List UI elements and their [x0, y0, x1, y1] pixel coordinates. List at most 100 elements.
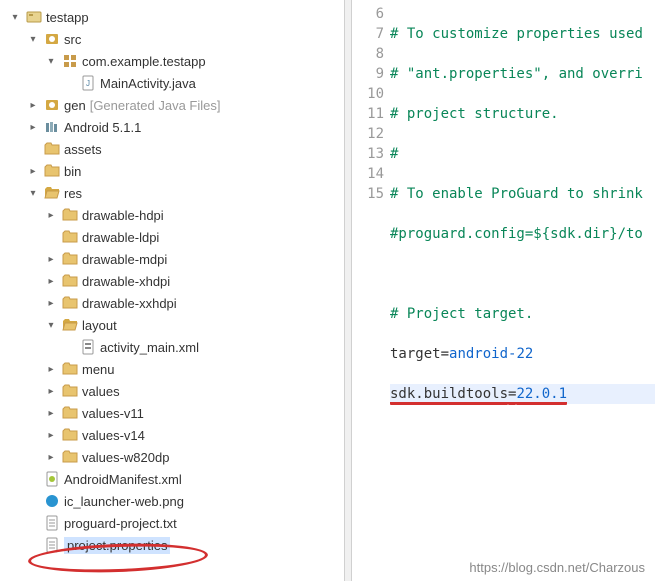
code-line[interactable] [390, 264, 655, 284]
code-line[interactable]: # To enable ProGuard to shrink [390, 184, 655, 204]
line-number: 9 [352, 64, 384, 84]
chevron-down-icon[interactable]: ▾ [26, 186, 40, 200]
toggle-spacer [26, 494, 40, 508]
folder-icon [62, 251, 78, 267]
chevron-right-icon[interactable]: ▸ [44, 296, 58, 310]
tree-node-drawable-hdpi[interactable]: ▸ drawable-hdpi [0, 204, 344, 226]
annotated-key: sdk.buildtools [390, 386, 508, 405]
chevron-down-icon[interactable]: ▾ [44, 318, 58, 332]
tree-node-ic-launcher[interactable]: ic_launcher-web.png [0, 490, 344, 512]
tree-node-assets[interactable]: assets [0, 138, 344, 160]
tree-node-package[interactable]: ▾ com.example.testapp [0, 50, 344, 72]
toggle-spacer [26, 538, 40, 552]
manifest-file-icon [44, 471, 60, 487]
tree-node-gen[interactable]: ▸ gen [Generated Java Files] [0, 94, 344, 116]
code-editor[interactable]: 6 7 8 9 10 11 12 13 14 15 # To customize… [352, 0, 655, 581]
code-line[interactable]: # Project target. [390, 304, 655, 324]
code-line[interactable]: target=android-22 [390, 344, 655, 364]
tree-label: ic_launcher-web.png [64, 494, 184, 509]
tree-node-android[interactable]: ▸ Android 5.1.1 [0, 116, 344, 138]
xml-file-icon [80, 339, 96, 355]
folder-icon [62, 361, 78, 377]
tree-node-values-v11[interactable]: ▸ values-v11 [0, 402, 344, 424]
tree-label: values [82, 384, 120, 399]
tree-label-note: [Generated Java Files] [90, 98, 221, 113]
code-line[interactable]: # To customize properties used [390, 24, 655, 44]
line-number: 8 [352, 44, 384, 64]
pane-divider[interactable] [344, 0, 352, 581]
line-number: 14 [352, 164, 384, 184]
tree-node-res[interactable]: ▾ res [0, 182, 344, 204]
tree-label: gen [64, 98, 86, 113]
folder-open-icon [62, 317, 78, 333]
properties-file-icon [44, 537, 60, 553]
folder-icon [44, 163, 60, 179]
code-line[interactable]: # "ant.properties", and overri [390, 64, 655, 84]
code-line-highlighted[interactable]: sdk.buildtools=22.0.1 [390, 384, 655, 404]
tree-label: values-w820dp [82, 450, 169, 465]
tree-label: com.example.testapp [82, 54, 206, 69]
tree-node-drawable-xxhdpi[interactable]: ▸ drawable-xxhdpi [0, 292, 344, 314]
line-number: 10 [352, 84, 384, 104]
chevron-right-icon[interactable]: ▸ [26, 98, 40, 112]
line-number: 7 [352, 24, 384, 44]
tree-node-layout[interactable]: ▾ layout [0, 314, 344, 336]
tree-node-drawable-mdpi[interactable]: ▸ drawable-mdpi [0, 248, 344, 270]
tree-node-drawable-ldpi[interactable]: drawable-ldpi [0, 226, 344, 248]
tree-node-values-v14[interactable]: ▸ values-v14 [0, 424, 344, 446]
chevron-right-icon[interactable]: ▸ [44, 428, 58, 442]
tree-node-android-manifest[interactable]: AndroidManifest.xml [0, 468, 344, 490]
java-file-icon: J [80, 75, 96, 91]
tree-node-src[interactable]: ▾ src [0, 28, 344, 50]
tree-node-project-properties[interactable]: project.properties [0, 534, 344, 556]
chevron-right-icon[interactable]: ▸ [44, 362, 58, 376]
toggle-spacer [62, 340, 76, 354]
chevron-right-icon[interactable]: ▸ [44, 208, 58, 222]
chevron-down-icon[interactable]: ▾ [44, 54, 58, 68]
folder-icon [62, 207, 78, 223]
tree-label: activity_main.xml [100, 340, 199, 355]
line-number: 6 [352, 4, 384, 24]
tree-node-testapp[interactable]: ▾ testapp [0, 6, 344, 28]
tree-node-mainactivity[interactable]: J MainActivity.java [0, 72, 344, 94]
code-line[interactable]: # [390, 144, 655, 164]
tree-node-menu[interactable]: ▸ menu [0, 358, 344, 380]
tree-node-values[interactable]: ▸ values [0, 380, 344, 402]
tree-node-bin[interactable]: ▸ bin [0, 160, 344, 182]
chevron-right-icon[interactable]: ▸ [26, 120, 40, 134]
code-line[interactable]: #proguard.config=${sdk.dir}/to [390, 224, 655, 244]
chevron-right-icon[interactable]: ▸ [44, 252, 58, 266]
code-line[interactable]: # project structure. [390, 104, 655, 124]
tree-node-values-w820dp[interactable]: ▸ values-w820dp [0, 446, 344, 468]
tree-label: AndroidManifest.xml [64, 472, 182, 487]
chevron-right-icon[interactable]: ▸ [44, 406, 58, 420]
tree-node-activity-main[interactable]: activity_main.xml [0, 336, 344, 358]
tree-label: layout [82, 318, 117, 333]
tree-label: menu [82, 362, 115, 377]
package-icon [62, 53, 78, 69]
toggle-spacer [26, 142, 40, 156]
tree-label: values-v11 [82, 406, 144, 421]
tree-label: drawable-ldpi [82, 230, 159, 245]
chevron-down-icon[interactable]: ▾ [26, 32, 40, 46]
chevron-right-icon[interactable]: ▸ [44, 384, 58, 398]
chevron-right-icon[interactable]: ▸ [44, 450, 58, 464]
chevron-down-icon[interactable]: ▾ [8, 10, 22, 24]
tree-label: MainActivity.java [100, 76, 196, 91]
source-folder-icon [44, 31, 60, 47]
folder-icon [44, 141, 60, 157]
chevron-right-icon[interactable]: ▸ [44, 274, 58, 288]
tree-label: assets [64, 142, 102, 157]
library-icon [44, 119, 60, 135]
toggle-spacer [62, 76, 76, 90]
folder-icon [62, 383, 78, 399]
tree-label: Android 5.1.1 [64, 120, 141, 135]
code-content[interactable]: # To customize properties used # "ant.pr… [390, 0, 655, 581]
chevron-right-icon[interactable]: ▸ [26, 164, 40, 178]
folder-icon [62, 229, 78, 245]
toggle-spacer [26, 472, 40, 486]
tree-node-proguard[interactable]: proguard-project.txt [0, 512, 344, 534]
project-tree[interactable]: ▾ testapp ▾ src ▾ com.example.testapp J … [0, 0, 344, 581]
toggle-spacer [44, 230, 58, 244]
tree-node-drawable-xhdpi[interactable]: ▸ drawable-xhdpi [0, 270, 344, 292]
